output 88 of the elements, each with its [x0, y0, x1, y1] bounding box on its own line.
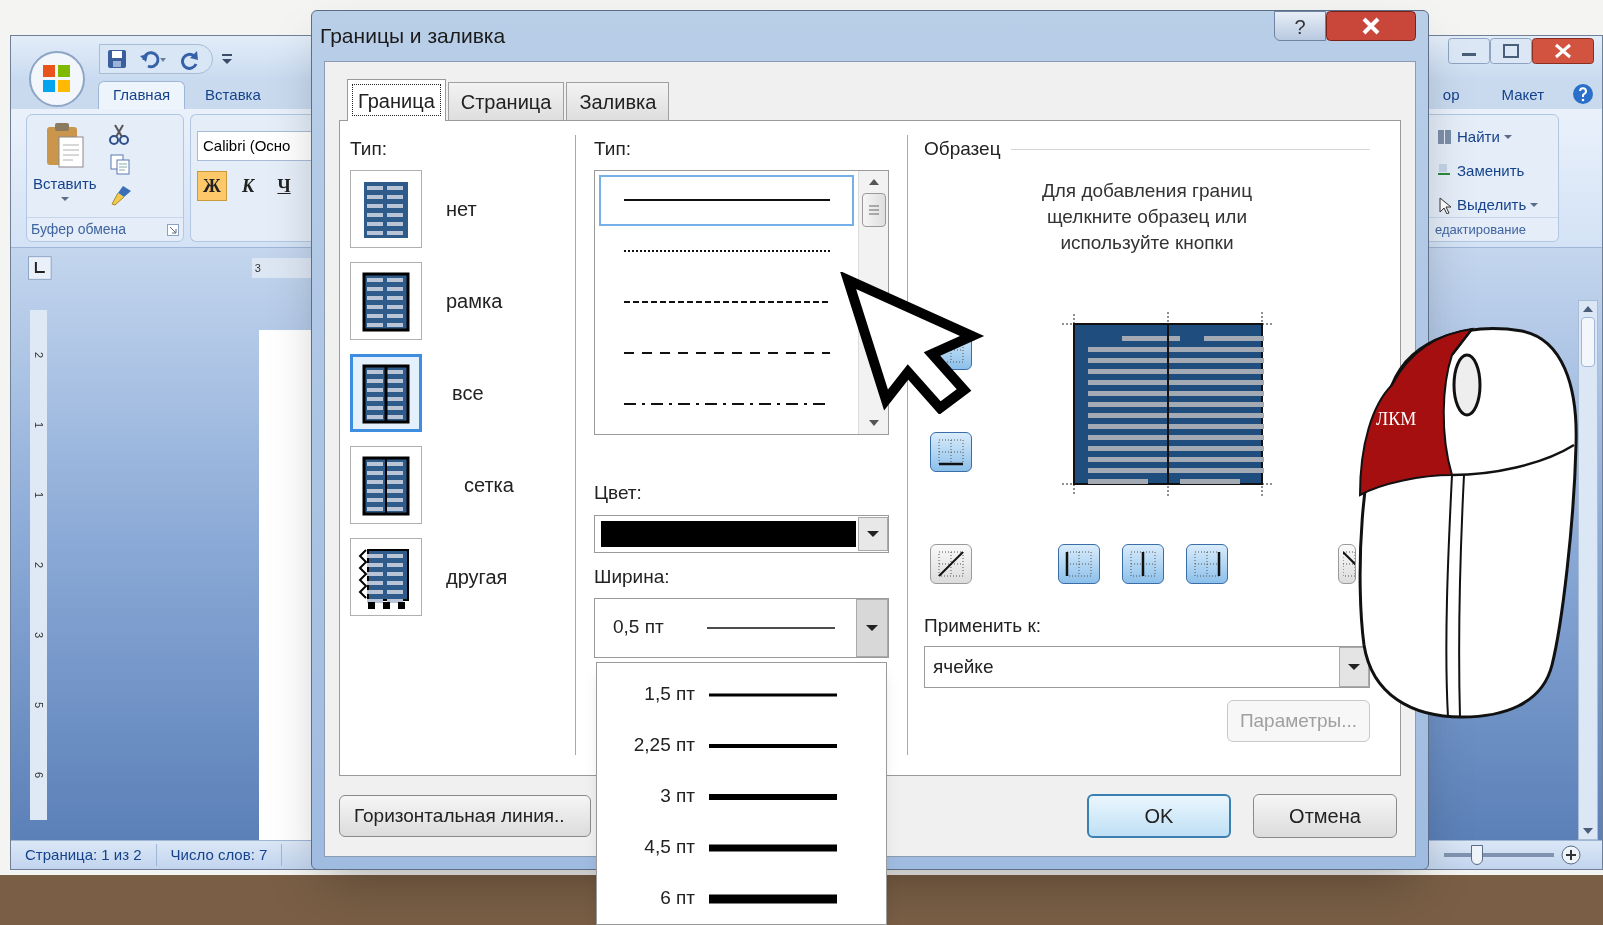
- grip-icon: [867, 203, 880, 216]
- mouse-button-label: ЛКМ: [1376, 409, 1417, 429]
- border-preset-button[interactable]: [350, 353, 422, 432]
- ribbon-command[interactable]: Найти: [1435, 125, 1558, 150]
- width-option[interactable]: 6 пт: [597, 873, 886, 924]
- ruler-number: 5: [31, 702, 46, 709]
- preset-label: сетка: [464, 472, 514, 498]
- ruler-number: 3: [31, 632, 46, 639]
- ribbon-tab[interactable]: Макет: [1487, 81, 1558, 110]
- scroll-down-icon[interactable]: [866, 417, 881, 428]
- ribbon-command[interactable]: Заменить: [1435, 159, 1558, 184]
- width-option[interactable]: 4,5 пт: [597, 822, 886, 873]
- border-preset-button[interactable]: [350, 169, 422, 248]
- format-button[interactable]: Ж: [197, 171, 227, 202]
- ribbon-command[interactable]: Выделить: [1435, 193, 1558, 218]
- ruler-number: 3: [254, 260, 261, 276]
- border-preset-button[interactable]: [350, 537, 422, 616]
- dialog-title: Границы и заливка: [320, 23, 506, 50]
- border-preset-button[interactable]: [350, 445, 422, 524]
- border-toggle-button[interactable]: [1338, 543, 1356, 584]
- field-label: Тип:: [594, 137, 632, 161]
- border-toggle-button[interactable]: [1058, 543, 1100, 584]
- dialog-tab[interactable]: Заливка: [566, 82, 670, 120]
- minimize-icon[interactable]: [1448, 38, 1490, 64]
- zoom-in-icon[interactable]: [1560, 844, 1582, 867]
- dialog-tab[interactable]: Страница: [447, 82, 565, 120]
- ruler-number: 1: [31, 492, 46, 499]
- field-label: Тип:: [350, 137, 388, 161]
- ribbon-tab[interactable]: Вставка: [191, 81, 275, 110]
- ruler-number: 1: [31, 422, 46, 429]
- horizontal-line-button[interactable]: Горизонтальная линия..: [339, 795, 591, 837]
- brush-icon[interactable]: [108, 183, 133, 208]
- ruler-number: 2: [31, 352, 46, 359]
- help-icon[interactable]: [1572, 83, 1594, 106]
- save-icon[interactable]: [106, 47, 128, 70]
- preset-label: нет: [446, 196, 477, 222]
- section-label: Образец: [924, 137, 1001, 161]
- status-text: Число слов: 7: [156, 843, 283, 867]
- launcher-icon[interactable]: [167, 223, 179, 236]
- width-option[interactable]: 1,5 пт: [597, 669, 886, 720]
- border-toggle-button[interactable]: [1122, 543, 1164, 584]
- width-dropdown[interactable]: 0,5 пт: [594, 597, 889, 658]
- border-toggle-button[interactable]: [1186, 543, 1228, 584]
- dialog-button[interactable]: OK: [1087, 794, 1231, 838]
- field-label: Цвет:: [594, 480, 643, 505]
- command-icon: [1435, 128, 1453, 147]
- help-button[interactable]: ?: [1274, 11, 1326, 41]
- preset-label: другая: [446, 564, 508, 590]
- width-option[interactable]: 2,25 пт: [597, 720, 886, 771]
- ribbon-tab[interactable]: Главная: [98, 81, 186, 110]
- field-label: Применить к:: [924, 613, 1043, 638]
- group-label: едактирование: [1435, 220, 1526, 239]
- preset-label: рамка: [446, 288, 503, 314]
- border-toggle-button[interactable]: [930, 431, 972, 472]
- format-button[interactable]: Ч: [269, 171, 299, 202]
- vertical-scrollbar[interactable]: [1578, 300, 1598, 841]
- mouse-pointer-icon: [840, 272, 985, 414]
- customize-toolbar-icon[interactable]: [221, 51, 233, 66]
- paste-button[interactable]: Вставить: [33, 173, 97, 196]
- line-style-option[interactable]: [599, 174, 854, 226]
- dialog-tab[interactable]: Граница: [347, 79, 446, 121]
- maximize-icon[interactable]: [1490, 38, 1532, 64]
- border-toggle-button[interactable]: [930, 543, 972, 584]
- scissors-icon[interactable]: [108, 123, 129, 146]
- apply-to-dropdown[interactable]: ячейке: [924, 646, 1370, 688]
- field-label: Ширина:: [594, 565, 671, 589]
- ribbon-tab[interactable]: ор: [1428, 81, 1474, 110]
- instruction-text: Для добавления границ щелкните образец или используйте кнопки: [1040, 178, 1254, 255]
- caret-icon[interactable]: [59, 195, 70, 202]
- scroll-thumb[interactable]: [861, 192, 886, 227]
- tab-stop-icon[interactable]: [28, 256, 52, 281]
- ruler-number: 2: [31, 562, 46, 569]
- status-text: Страница: 1 из 2: [11, 843, 157, 867]
- border-preset-button[interactable]: [350, 261, 422, 340]
- zoom-slider-thumb[interactable]: [1471, 845, 1483, 866]
- ruler-number: 6: [31, 772, 46, 779]
- preset-label: все: [452, 380, 484, 406]
- format-button[interactable]: К: [233, 171, 263, 202]
- dialog-button[interactable]: Отмена: [1253, 794, 1397, 838]
- caret-icon: [1530, 202, 1539, 208]
- color-dropdown[interactable]: [594, 515, 889, 553]
- line-style-list[interactable]: [594, 169, 889, 435]
- group-label: Буфер обмена: [31, 220, 127, 240]
- caret-icon: [1503, 134, 1512, 140]
- width-option[interactable]: 3 пт: [597, 771, 886, 822]
- close-icon[interactable]: [1326, 11, 1416, 41]
- scroll-thumb[interactable]: [1581, 317, 1595, 368]
- close-icon[interactable]: [1532, 38, 1594, 64]
